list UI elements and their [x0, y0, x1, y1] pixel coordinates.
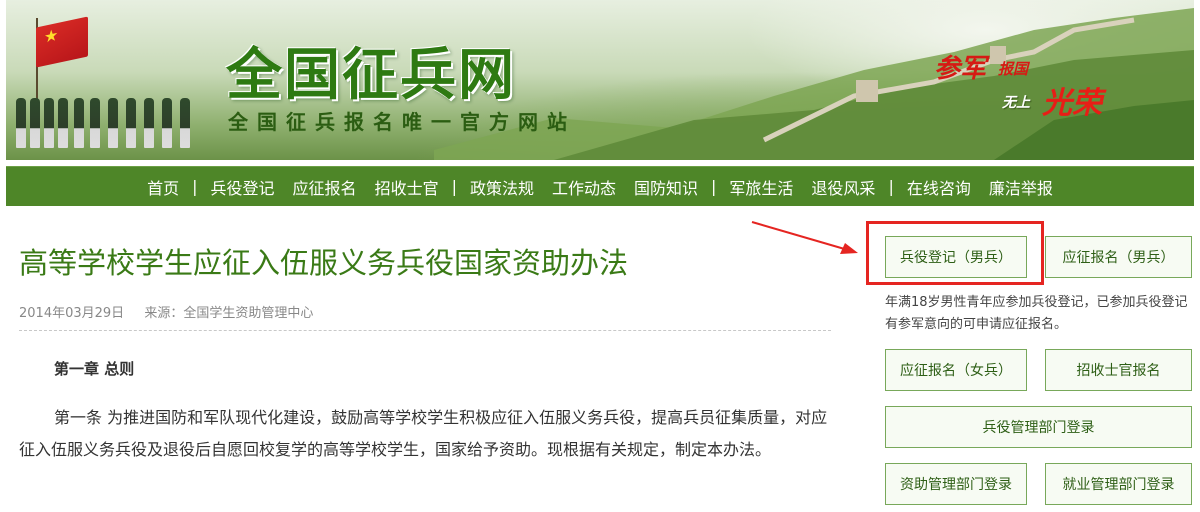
article-paragraph: 第一条 为推进国防和军队现代化建设，鼓励高等学校学生积极应征入伍服义务兵役，提高… [19, 408, 828, 459]
red-arrow-icon [751, 221, 858, 254]
honor-guard-image [12, 88, 202, 148]
registration-note: 年满18岁男性青年应参加兵役登记，已参加兵役登记有参军意向的可申请应征报名。 [885, 295, 1188, 332]
slogan-part-2: 报国 [998, 60, 1029, 78]
nav-item-home[interactable]: 首页 [138, 175, 188, 199]
nav-separator: | [888, 177, 894, 196]
nav-item-consult[interactable]: 在线咨询 [898, 175, 980, 199]
nco-recruit-button[interactable]: 招收士官报名 [1045, 349, 1192, 391]
slogan-part-4: 光荣 [1042, 86, 1102, 121]
nav-separator: | [451, 177, 457, 196]
apply-male-button[interactable]: 应征报名（男兵） [1045, 236, 1192, 278]
nav-item-report[interactable]: 廉洁举报 [980, 175, 1062, 199]
article-meta: 2014年03月29日 来源：全国学生资助管理中心 [19, 302, 313, 321]
site-title: 全国征兵网 [226, 43, 516, 108]
nav-item-news[interactable]: 工作动态 [543, 175, 625, 199]
site-subtitle: 全国征兵报名唯一官方网站 [228, 110, 576, 134]
slogan-part-1: 参军 [934, 54, 987, 84]
nav-item-registration[interactable]: 兵役登记 [202, 175, 284, 199]
chapter-heading: 第一章 总则 [54, 360, 135, 378]
main-nav: 首页 | 兵役登记 应征报名 招收士官 | 政策法规 工作动态 国防知识 | 军… [6, 166, 1194, 206]
admin-login-button[interactable]: 兵役管理部门登录 [885, 406, 1192, 448]
nav-item-veterans[interactable]: 退役风采 [802, 175, 884, 199]
nav-item-nco-recruit[interactable]: 招收士官 [366, 175, 448, 199]
register-male-button[interactable]: 兵役登记（男兵） [885, 236, 1027, 278]
apply-female-button[interactable]: 应征报名（女兵） [885, 349, 1027, 391]
dashed-divider [19, 330, 831, 331]
nav-separator: | [192, 177, 198, 196]
national-flag-icon [36, 16, 88, 68]
nav-separator: | [711, 177, 717, 196]
employment-admin-login-button[interactable]: 就业管理部门登录 [1045, 463, 1192, 505]
site-banner: 全国征兵网 全国征兵报名唯一官方网站 参军 报国 无上 光荣 [6, 0, 1194, 160]
nav-item-military-life[interactable]: 军旅生活 [720, 175, 802, 199]
nav-item-defense-knowledge[interactable]: 国防知识 [625, 175, 707, 199]
article-title: 高等学校学生应征入伍服义务兵役国家资助办法 [19, 246, 629, 280]
article-date: 2014年03月29日 [19, 306, 125, 321]
nav-item-application[interactable]: 应征报名 [284, 175, 366, 199]
nav-item-policy[interactable]: 政策法规 [461, 175, 543, 199]
slogan-part-3: 无上 [1002, 95, 1030, 111]
article-source: 来源：全国学生资助管理中心 [144, 306, 314, 321]
aid-admin-login-button[interactable]: 资助管理部门登录 [885, 463, 1027, 505]
